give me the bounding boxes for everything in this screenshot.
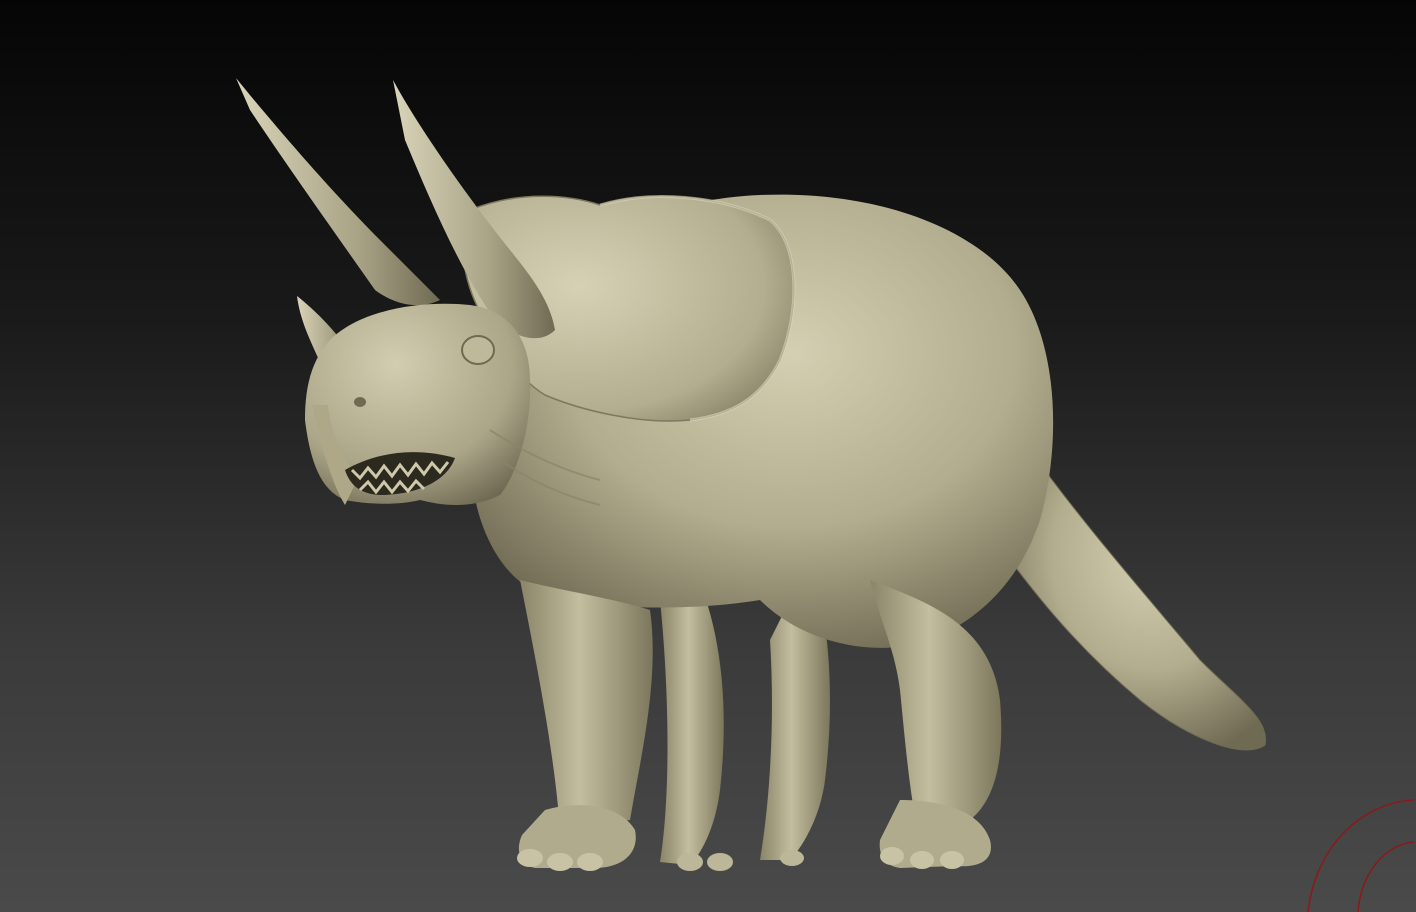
tail [1009, 448, 1267, 751]
nostril [354, 397, 366, 407]
front-claw-3 [577, 853, 603, 871]
hind-claw-1 [880, 847, 904, 865]
navigation-gizmo[interactable] [1296, 792, 1416, 912]
front-claw-1 [517, 849, 543, 867]
gizmo-inner-ring [1357, 841, 1415, 912]
eye [461, 335, 495, 365]
rear-claw-3 [780, 850, 804, 866]
sculpt-viewport[interactable] [0, 0, 1416, 912]
hind-claw-2 [910, 851, 934, 869]
hind-claw-3 [940, 851, 964, 869]
triceratops-model[interactable] [0, 0, 1416, 912]
rear-claw-1 [677, 853, 703, 871]
front-claw-2 [547, 853, 573, 871]
hind-leg-front [870, 580, 1002, 840]
front-leg-front [520, 580, 653, 830]
rear-claw-2 [707, 853, 733, 871]
